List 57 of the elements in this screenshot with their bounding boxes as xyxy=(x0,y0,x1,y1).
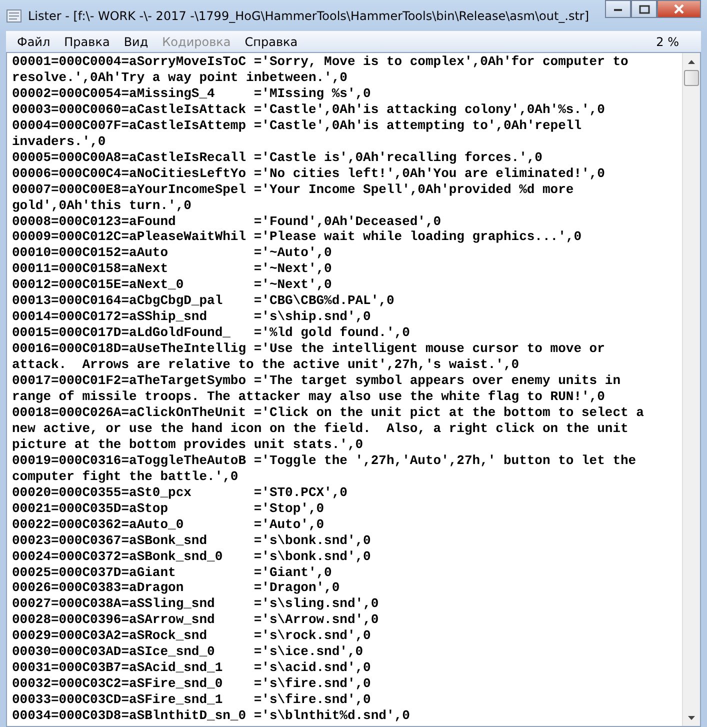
text-line: 00002=000C0054=aMissingS_4 ='MIssing %s',0 xyxy=(12,86,371,102)
text-line: 00017=000C01F2=aTheTargetSymbo ='The target symbol appears over enemy units in xyxy=(12,373,620,390)
text-line: 00007=000C00E8=aYourIncomeSpel ='Your Income Spell',0Ah'provided %d more xyxy=(12,182,574,198)
text-line: 00021=000C035D=aStop ='Stop',0 xyxy=(12,500,324,517)
text-line: 00005=000C00A8=aCastleIsRecall ='Castle is',0Ah'recalling forces.',0 xyxy=(12,150,542,166)
document-icon xyxy=(6,8,22,22)
text-line: 00034=000C03D8=aSBlnthitD_sn_0 ='s\blnthit%d.snd',0 xyxy=(12,708,410,724)
text-line: 00003=000C0060=aCastleIsAttack ='Castle',0Ah'is attacking colony',0Ah'%s.',0 xyxy=(12,102,605,118)
maximize-button[interactable] xyxy=(631,0,657,18)
menu-item[interactable]: Вид xyxy=(116,32,156,50)
text-line: 00010=000C0152=aAuto ='~Auto',0 xyxy=(12,245,332,262)
close-button[interactable] xyxy=(657,0,701,18)
text-line: 00032=000C03C2=aSFire_snd_0 ='s\fire.snd',0 xyxy=(12,676,371,692)
menu-item[interactable]: Файл xyxy=(10,32,58,50)
text-line: invaders.',0 xyxy=(12,134,106,150)
text-line: new active, or use the hand icon on the field. Also, a right click on the unit xyxy=(12,420,628,437)
text-line: 00018=000C026A=aClickOnTheUnit ='Click on the unit pict at the bottom to select a xyxy=(12,404,644,421)
text-line: 00025=000C037D=aGiant ='Giant',0 xyxy=(12,564,332,580)
minimize-icon xyxy=(613,6,623,12)
text-line: range of missile troops. The attacker may also use the white flag to RUN!',0 xyxy=(12,389,605,405)
text-line: 00031=000C03B7=aSAcid_snd_1 ='s\acid.snd',0 xyxy=(12,660,371,676)
text-line: 00030=000C03AD=aSIce_snd_0 ='s\ice.snd',0 xyxy=(12,644,364,660)
text-line: 00027=000C038A=aSSling_snd ='s\sling.snd',0 xyxy=(12,596,379,612)
text-line: 00020=000C0355=aSt0_pcx ='ST0.PCX',0 xyxy=(12,484,348,501)
text-line: gold',0Ah'this turn.',0 xyxy=(12,198,192,214)
text-line: computer fight the battle.',0 xyxy=(12,468,238,485)
text-line: picture at the bottom provides unit stats.',0 xyxy=(12,436,364,453)
text-line: 00009=000C012C=aPleaseWaitWhil ='Please wait while loading graphics...',0 xyxy=(12,229,582,246)
text-line: 00004=000C007F=aCastleIsAttemp ='Castle',0Ah'is attempting to',0Ah'repell xyxy=(12,118,582,134)
text-line: 00033=000C03CD=aSFire_snd_1 ='s\fire.snd',0 xyxy=(12,692,371,708)
text-line: 00016=000C018D=aUseTheIntellig ='Use the intelligent mouse cursor to move or xyxy=(12,341,605,358)
close-icon xyxy=(673,4,685,14)
text-line: 00015=000C017D=aLdGoldFound_ ='%ld gold found.',0 xyxy=(12,325,410,342)
menu-item[interactable]: Справка xyxy=(238,32,305,50)
text-line: 00012=000C015E=aNext_0 ='~Next',0 xyxy=(12,277,332,294)
text-line: 00019=000C0316=aToggleTheAutoB ='Toggle the ',27h,'Auto',27h,' button to let the xyxy=(12,452,636,469)
text-line: 00024=000C0372=aSBonk_snd_0 ='s\bonk.snd',0 xyxy=(12,548,371,564)
text-line: 00028=000C0396=aSArrow_snd ='s\Arrow.snd',0 xyxy=(12,612,379,628)
menu-item[interactable]: Правка xyxy=(57,32,117,50)
position-percent: 2 % xyxy=(656,34,680,48)
text-line: resolve.',0Ah'Try a way point inbetween.',0 xyxy=(12,70,348,86)
text-line: 00006=000C00C4=aNoCitiesLeftYo ='No cities left!',0Ah'You are eliminated!',0 xyxy=(12,166,605,182)
scrollbar[interactable] xyxy=(682,53,700,726)
text-line: 00001=000C0004=aSorryMoveIsToC ='Sorry, Move is to complex',0Ah'for computer to xyxy=(12,54,628,70)
text-line: 00008=000C0123=aFound ='Found',0Ah'Deceased',0 xyxy=(12,214,442,230)
text-line: 00026=000C0383=aDragon ='Dragon',0 xyxy=(12,580,340,596)
maximize-icon xyxy=(638,4,650,14)
text-line: attack. Arrows are relative to the active unit',27h,'s waist.',0 xyxy=(12,357,520,374)
text-line: 00014=000C0172=aSShip_snd ='s\ship.snd',0 xyxy=(12,309,371,326)
text-line: 00023=000C0367=aSBonk_snd ='s\bonk.snd',0 xyxy=(12,532,371,549)
window-title: Lister - [f:\- WORK -\- 2017 -\1799_HoG\HammerTools\HammerTools\bin\Release\asm\out_.str] xyxy=(28,8,590,22)
text-line: 00022=000C0362=aAuto_0 ='Auto',0 xyxy=(12,516,324,533)
scroll-thumb[interactable] xyxy=(684,70,699,86)
text-line: 00011=000C0158=aNext ='~Next',0 xyxy=(12,261,332,278)
minimize-button[interactable] xyxy=(605,0,631,18)
text-line: 00029=000C03A2=aSRock_snd ='s\rock.snd',0 xyxy=(12,628,371,644)
text-line: 00013=000C0164=aCbgCbgD_pal ='CBG\CBG%d.PAL',0 xyxy=(12,293,394,310)
